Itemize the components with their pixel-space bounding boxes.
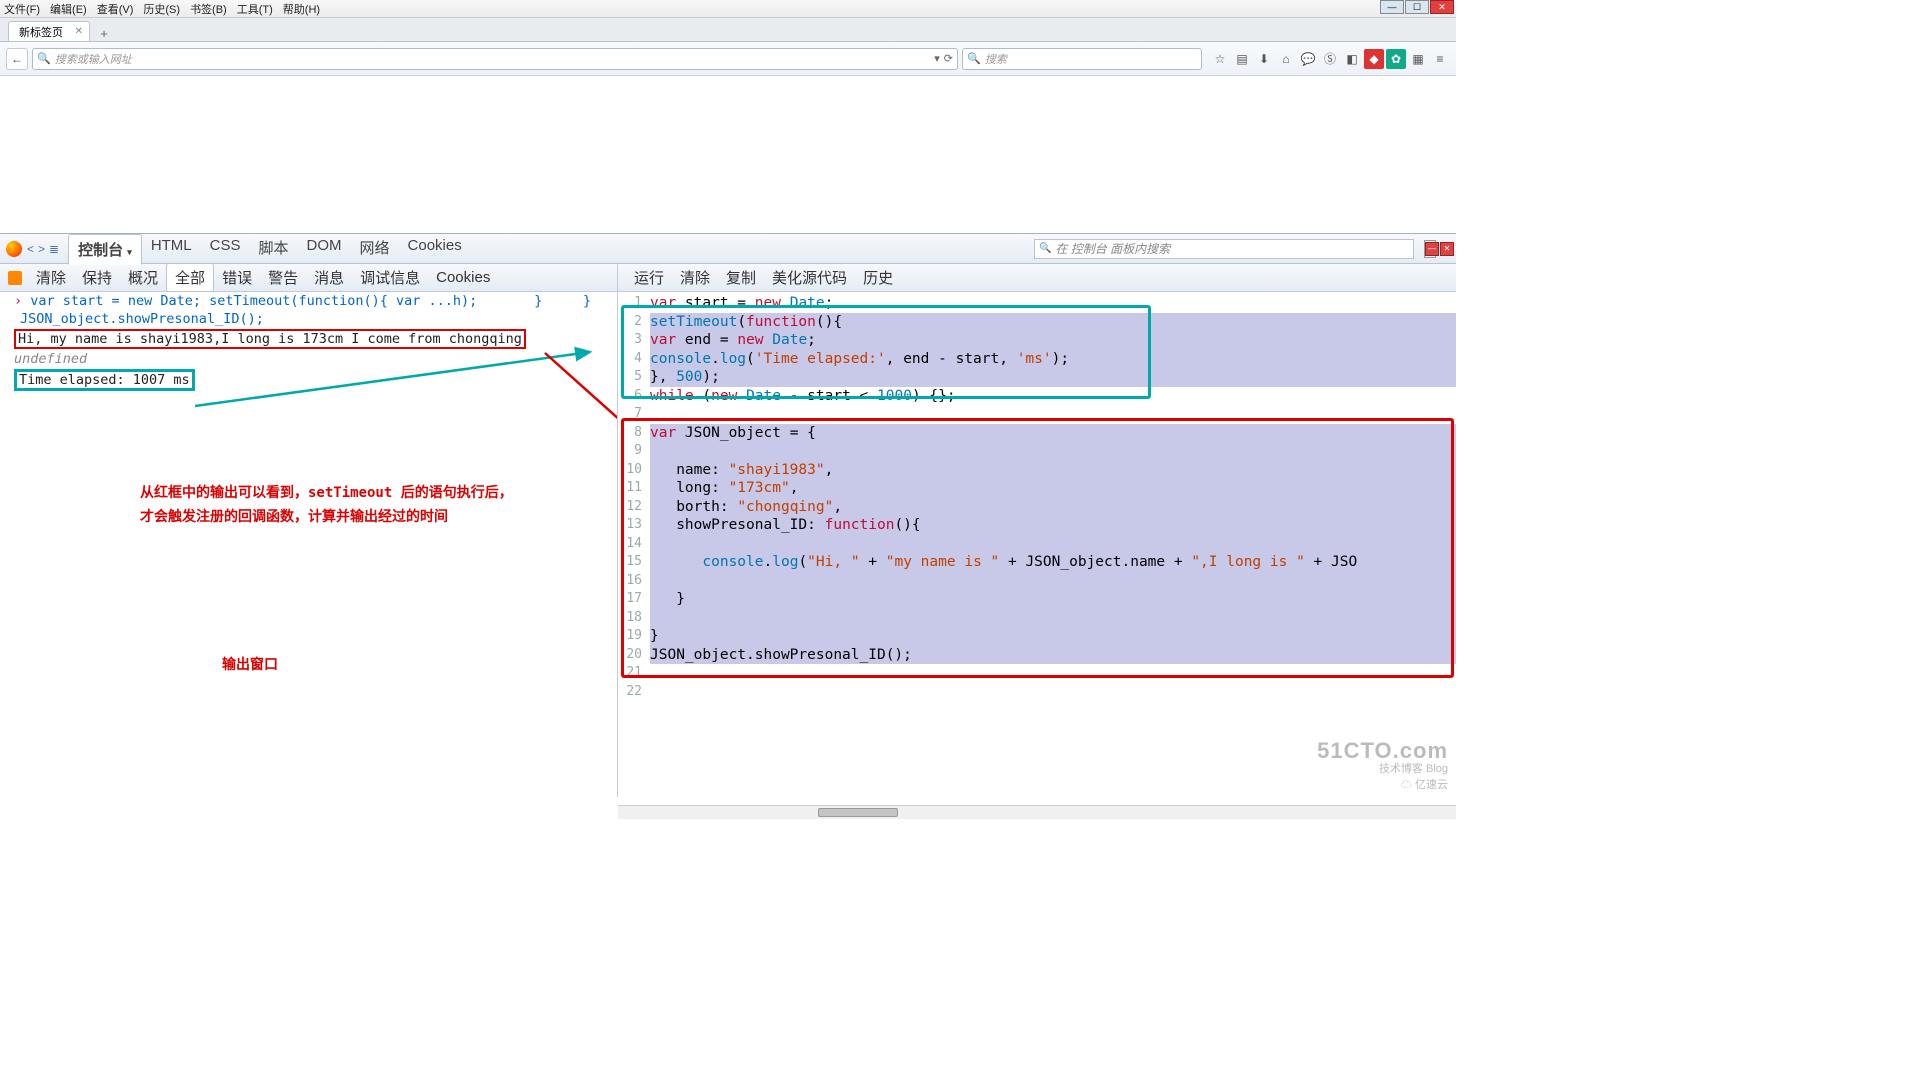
chat-icon[interactable]: 💬 (1298, 49, 1318, 69)
console-undefined: undefined (0, 350, 617, 368)
sub-history[interactable]: 历史 (855, 264, 901, 291)
chevron-left-icon[interactable]: < (26, 242, 35, 256)
toolbar-icons: ☆ ▤ ⬇ ⌂ 💬 Ⓢ ◧ ◆ ✿ ▦ ≡ (1210, 49, 1450, 69)
search-input[interactable]: 🔍 搜索 (962, 48, 1202, 70)
devtools-nav-icons: < > ≣ (26, 242, 60, 256)
tab-html[interactable]: HTML (142, 233, 201, 264)
download-icon[interactable]: ⬇ (1254, 49, 1274, 69)
devtools-subbar: 清除 保持 概况 全部 错误 警告 消息 调试信息 Cookies 运行 清除 … (0, 264, 1456, 292)
search-icon: 🔍 (37, 52, 51, 65)
devtools-close-button[interactable]: ✕ (1440, 242, 1454, 256)
tab-close-icon[interactable]: ✕ (75, 26, 83, 37)
firebug-icon[interactable] (6, 241, 22, 257)
url-placeholder: 搜索或输入网址 (55, 51, 132, 67)
console-out-2: Time elapsed: 1007 ms (14, 369, 195, 391)
console-input-line: var start = new Date; setTimeout(functio… (30, 293, 591, 309)
annotation-outwin: 输出窗口 (222, 654, 278, 674)
sub-info[interactable]: 消息 (306, 264, 352, 291)
home-icon[interactable]: ⌂ (1276, 49, 1296, 69)
menu-help[interactable]: 帮助(H) (283, 1, 320, 17)
search-placeholder: 搜索 (985, 51, 1007, 67)
code-content: var start = new Date; setTimeout(functio… (650, 292, 1456, 701)
sub-all[interactable]: 全部 (166, 263, 214, 292)
sub-persist[interactable]: 保持 (74, 264, 120, 291)
hamburger-icon[interactable]: ≡ (1430, 49, 1450, 69)
devtools-panel: < > ≣ 控制台 ▾ HTML CSS 脚本 DOM 网络 Cookies 在… (0, 233, 1456, 797)
search-icon: 🔍 (967, 52, 981, 65)
reload-icon[interactable]: ⟳ (944, 52, 953, 65)
menu-history[interactable]: 历史(S) (143, 1, 180, 17)
code-editor[interactable]: 12345678910111213141516171819202122 var … (618, 292, 1456, 797)
sub-warnings[interactable]: 警告 (260, 264, 306, 291)
browser-tab[interactable]: 新标签页 ✕ (8, 21, 90, 41)
tab-css[interactable]: CSS (201, 233, 250, 264)
url-right-icons: ▾⟳ (934, 52, 953, 65)
sub-clear[interactable]: 清除 (28, 264, 74, 291)
sub-cookies[interactable]: Cookies (428, 266, 498, 289)
horizontal-scrollbar[interactable] (618, 805, 1456, 819)
chevron-right-icon[interactable]: > (37, 242, 46, 256)
addon3-icon[interactable]: ✿ (1386, 49, 1406, 69)
sub-pretty[interactable]: 美化源代码 (764, 264, 855, 291)
tab-cookies[interactable]: Cookies (399, 233, 471, 264)
sub-clear-right[interactable]: 清除 (672, 264, 718, 291)
bookmark-icon[interactable]: ☆ (1210, 49, 1230, 69)
devtools-search-input[interactable]: 在 控制台 面板内搜索 (1034, 239, 1414, 259)
tab-console[interactable]: 控制台 ▾ (68, 234, 142, 265)
browser-navbar: ← 🔍 搜索或输入网址 ▾⟳ 🔍 搜索 ☆ ▤ ⬇ ⌂ 💬 Ⓢ ◧ ◆ ✿ ▦ … (0, 42, 1456, 76)
annotation-line1: 从红框中的输出可以看到，setTimeout 后的语句执行后， (140, 482, 513, 502)
tab-title: 新标签页 (19, 24, 63, 40)
minimize-button[interactable]: — (1380, 0, 1404, 14)
menu-view[interactable]: 查看(V) (97, 1, 134, 17)
tab-script[interactable]: 脚本 (250, 233, 298, 264)
scrollbar-thumb[interactable] (818, 808, 898, 817)
console-output[interactable]: › var start = new Date; setTimeout(funct… (0, 292, 618, 797)
devtools-min-button[interactable]: — (1425, 242, 1439, 256)
sub-run[interactable]: 运行 (626, 264, 672, 291)
maximize-button[interactable]: ☐ (1405, 0, 1429, 14)
sub-errors[interactable]: 错误 (214, 264, 260, 291)
menu-tools[interactable]: 工具(T) (237, 1, 273, 17)
addon2-icon[interactable]: ◆ (1364, 49, 1384, 69)
menu-edit[interactable]: 编辑(E) (50, 1, 87, 17)
tab-dom[interactable]: DOM (298, 233, 351, 264)
console-input-line: JSON_object.showPresonal_ID(); (0, 310, 617, 328)
console-out-1: Hi, my name is shayi1983,I long is 173cm… (14, 329, 526, 349)
devtools-win-controls: — ✕ (1425, 242, 1454, 256)
clipboard-icon[interactable]: ▤ (1232, 49, 1252, 69)
annotation-line2: 才会触发注册的回调函数，计算并输出经过的时间 (140, 506, 448, 526)
back-button[interactable]: ← (6, 48, 28, 70)
menu-file[interactable]: 文件(F) (4, 1, 40, 17)
devtools-tabbar: < > ≣ 控制台 ▾ HTML CSS 脚本 DOM 网络 Cookies 在… (0, 234, 1456, 264)
sub-copy[interactable]: 复制 (718, 264, 764, 291)
addon1-icon[interactable]: ◧ (1342, 49, 1362, 69)
page-content (0, 76, 1456, 233)
addon4-icon[interactable]: ▦ (1408, 49, 1428, 69)
window-controls: — ☐ ✕ (1379, 0, 1454, 14)
tab-net[interactable]: 网络 (351, 233, 399, 264)
sync-icon[interactable]: Ⓢ (1320, 49, 1340, 69)
line-gutter: 12345678910111213141516171819202122 (618, 292, 648, 701)
os-menubar: 文件(F) 编辑(E) 查看(V) 历史(S) 书签(B) 工具(T) 帮助(H… (0, 0, 1456, 18)
close-button[interactable]: ✕ (1430, 0, 1454, 14)
bug-icon[interactable] (8, 271, 22, 285)
sub-profile[interactable]: 概况 (120, 264, 166, 291)
browser-tabstrip: 新标签页 ✕ + (0, 18, 1456, 42)
url-input[interactable]: 🔍 搜索或输入网址 ▾⟳ (32, 48, 958, 70)
sub-debug[interactable]: 调试信息 (352, 264, 428, 291)
list-icon[interactable]: ≣ (48, 242, 60, 256)
menu-bookmarks[interactable]: 书签(B) (190, 1, 227, 17)
watermark: 51CTO.com 技术博客 Blog ☁ 亿速云 (1317, 739, 1448, 791)
dropdown-icon[interactable]: ▾ (934, 52, 940, 65)
new-tab-button[interactable]: + (96, 26, 112, 41)
